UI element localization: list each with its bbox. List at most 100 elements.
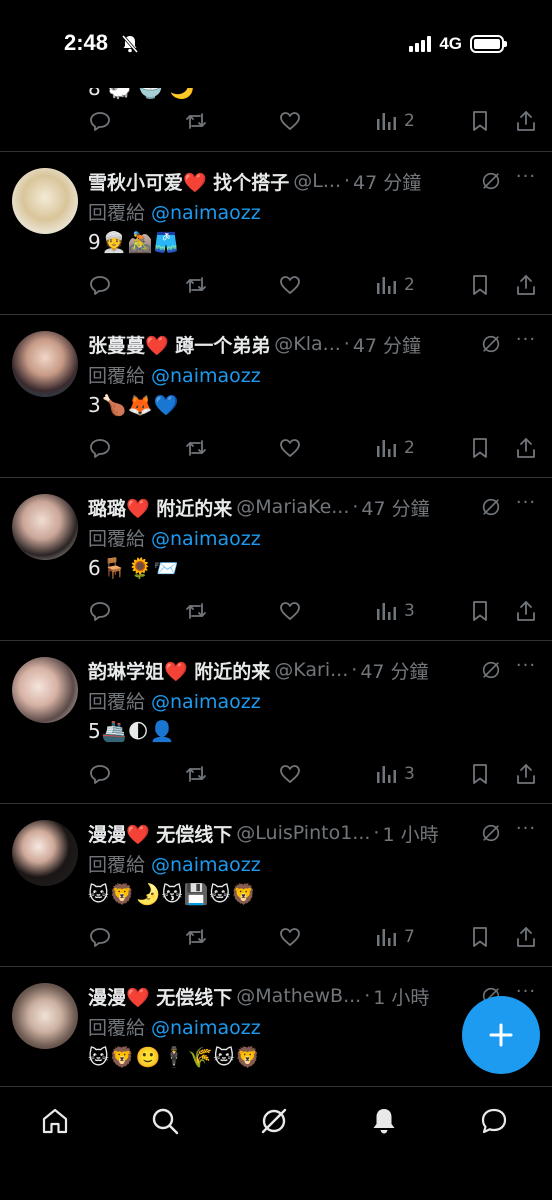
bookmark-button[interactable] — [468, 270, 492, 300]
like-button[interactable] — [278, 270, 302, 300]
reply-handle-link[interactable]: @naimaozz — [151, 365, 261, 387]
grok-icon[interactable] — [480, 333, 502, 355]
reply-button[interactable] — [88, 922, 112, 952]
like-button[interactable] — [278, 106, 302, 136]
views-button[interactable]: 3 — [374, 759, 415, 789]
bookmark-button[interactable] — [468, 433, 492, 463]
share-button[interactable] — [514, 596, 538, 626]
retweet-button[interactable] — [184, 270, 208, 300]
like-button[interactable] — [278, 596, 302, 626]
user-handle[interactable]: @L... — [293, 170, 341, 192]
like-button[interactable] — [278, 922, 302, 952]
more-icon[interactable]: ··· — [514, 657, 538, 681]
search-icon — [152, 1108, 179, 1135]
tweet[interactable]: 雪秋小可爱❤️ 找个搭子 @L... · 47 分鐘 ··· 回覆給 @naima… — [0, 152, 552, 315]
share-button[interactable] — [514, 433, 538, 463]
retweet-button[interactable] — [184, 433, 208, 463]
share-button[interactable] — [514, 106, 538, 136]
bookmark-icon — [473, 275, 487, 295]
display-name[interactable]: 漫漫❤️ 无偿线下 — [88, 820, 232, 847]
retweet-button[interactable] — [184, 759, 208, 789]
compose-button[interactable] — [462, 996, 540, 1074]
display-name[interactable]: 璐璐❤️ 附近的来 — [88, 494, 232, 521]
reply-feed[interactable]: 8 🐑 🍚 🌙 2 雪秋小可爱❤️ 找个搭子 @L... · 47 分鐘 ···… — [0, 0, 552, 1086]
display-name[interactable]: 雪秋小可爱❤️ 找个搭子 — [88, 168, 289, 195]
reply-button[interactable] — [88, 759, 112, 789]
user-handle[interactable]: @MathewB... — [236, 985, 361, 1007]
user-handle[interactable]: @MariaKe... — [236, 496, 349, 518]
user-handle[interactable]: @Kla... — [274, 333, 341, 355]
tweet-actions: 2 — [88, 433, 552, 463]
views-button[interactable]: 3 — [374, 596, 415, 626]
reply-button[interactable] — [88, 433, 112, 463]
nav-messages[interactable] — [474, 1101, 514, 1141]
display-name[interactable]: 张蔓蔓❤️ 蹲一个弟弟 — [88, 331, 270, 358]
more-icon[interactable]: ··· — [514, 820, 538, 844]
avatar[interactable] — [12, 983, 78, 1049]
share-button[interactable] — [514, 270, 538, 300]
tweet[interactable]: 璐璐❤️ 附近的来 @MariaKe... · 47 分鐘 ··· 回覆給 @na… — [0, 478, 552, 641]
reply-handle-link[interactable]: @naimaozz — [151, 1017, 261, 1039]
share-button[interactable] — [514, 922, 538, 952]
avatar[interactable] — [12, 331, 78, 397]
tweet[interactable]: 漫漫❤️ 无偿线下 @LuisPinto1... · 1 小時 ··· 回覆給 @… — [0, 804, 552, 967]
separator-dot: · — [351, 659, 358, 681]
bookmark-button[interactable] — [468, 596, 492, 626]
display-name[interactable]: 漫漫❤️ 无偿线下 — [88, 983, 232, 1010]
views-button[interactable]: 2 — [374, 270, 415, 300]
avatar[interactable] — [12, 168, 78, 234]
separator-dot: · — [364, 985, 371, 1007]
user-handle[interactable]: @Kari... — [274, 659, 348, 681]
more-icon[interactable]: ··· — [514, 494, 538, 518]
like-button[interactable] — [278, 759, 302, 789]
retweet-icon — [186, 603, 206, 619]
reply-handle-link[interactable]: @naimaozz — [151, 528, 261, 550]
grok-icon[interactable] — [480, 170, 502, 192]
tweet-text: 6🪑🌻📨 — [88, 556, 180, 580]
bookmark-button[interactable] — [468, 759, 492, 789]
reply-button[interactable] — [88, 270, 112, 300]
grok-icon[interactable] — [480, 496, 502, 518]
nav-grok[interactable] — [254, 1101, 294, 1141]
retweet-button[interactable] — [184, 106, 208, 136]
nav-notifications[interactable] — [364, 1101, 404, 1141]
grok-icon[interactable] — [480, 659, 502, 681]
share-button[interactable] — [514, 759, 538, 789]
display-name[interactable]: 韵琳学姐❤️ 附近的来 — [88, 657, 270, 684]
timestamp[interactable]: 47 分鐘 — [353, 168, 421, 195]
plus-icon — [489, 1023, 513, 1047]
avatar[interactable] — [12, 657, 78, 723]
separator-dot: · — [352, 496, 359, 518]
avatar[interactable] — [12, 820, 78, 886]
timestamp[interactable]: 47 分鐘 — [361, 494, 429, 521]
timestamp[interactable]: 47 分鐘 — [353, 331, 421, 358]
views-count: 2 — [404, 111, 415, 131]
reply-button[interactable] — [88, 106, 112, 136]
more-icon[interactable]: ··· — [514, 168, 538, 192]
retweet-button[interactable] — [184, 922, 208, 952]
nav-home[interactable] — [35, 1101, 75, 1141]
reply-handle-link[interactable]: @naimaozz — [151, 691, 261, 713]
tweet[interactable]: 韵琳学姐❤️ 附近的来 @Kari... · 47 分鐘 ··· 回覆給 @nai… — [0, 641, 552, 804]
reply-handle-link[interactable]: @naimaozz — [151, 202, 261, 224]
more-icon[interactable]: ··· — [514, 331, 538, 355]
views-button[interactable]: 2 — [374, 433, 415, 463]
tweet[interactable]: 张蔓蔓❤️ 蹲一个弟弟 @Kla... · 47 分鐘 ··· 回覆給 @naim… — [0, 315, 552, 478]
bookmark-button[interactable] — [468, 106, 492, 136]
user-handle[interactable]: @LuisPinto1... — [236, 822, 370, 844]
cellular-signal-icon — [409, 36, 432, 52]
reply-handle-link[interactable]: @naimaozz — [151, 854, 261, 876]
like-button[interactable] — [278, 433, 302, 463]
views-button[interactable]: 2 — [374, 106, 415, 136]
bookmark-button[interactable] — [468, 922, 492, 952]
retweet-button[interactable] — [184, 596, 208, 626]
grok-icon[interactable] — [480, 822, 502, 844]
reply-button[interactable] — [88, 596, 112, 626]
timestamp[interactable]: 47 分鐘 — [360, 657, 428, 684]
avatar[interactable] — [12, 494, 78, 560]
views-button[interactable]: 7 — [374, 922, 415, 952]
timestamp[interactable]: 1 小時 — [373, 983, 429, 1010]
timestamp[interactable]: 1 小時 — [382, 820, 438, 847]
nav-search[interactable] — [145, 1101, 185, 1141]
reply-prefix: 回覆給 — [88, 691, 146, 713]
